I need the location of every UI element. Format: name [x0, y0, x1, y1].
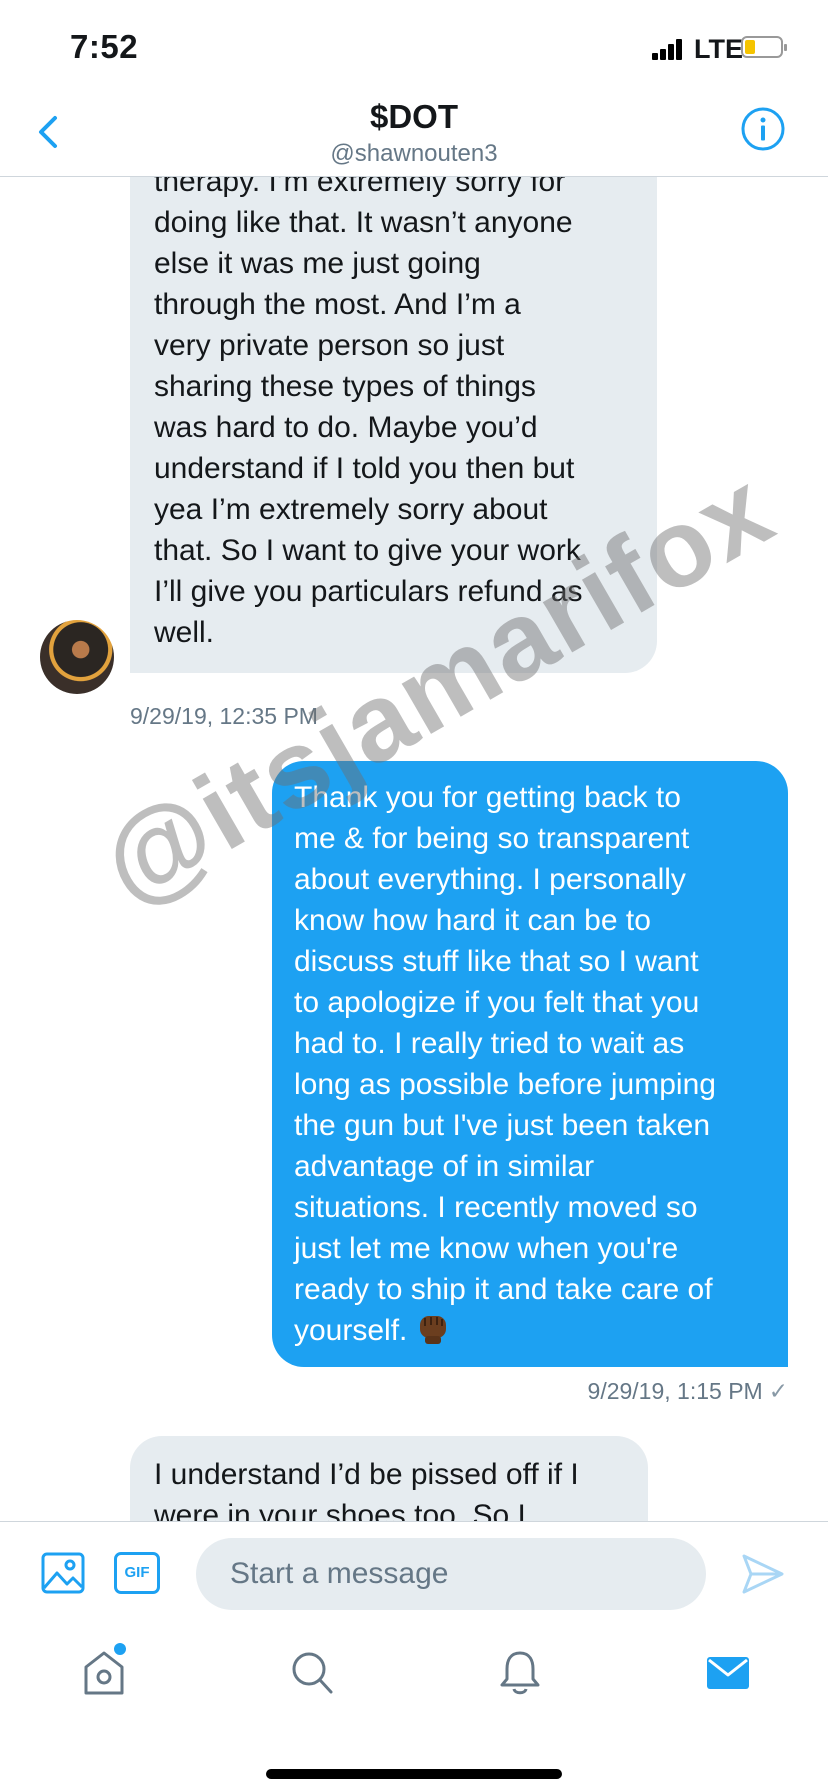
message-list[interactable]: therapy. I’m extremely sorry for doing l… — [0, 177, 828, 1521]
media-button[interactable] — [40, 1550, 86, 1596]
conversation-header: $DOT @shawnouten3 — [0, 96, 828, 177]
network-label: LTE — [694, 34, 743, 64]
signal-icon — [652, 38, 684, 60]
message-bubble-incoming[interactable]: therapy. I’m extremely sorry for doing l… — [130, 177, 657, 673]
message-text: Thank you for getting back to me & for b… — [294, 781, 716, 1347]
tab-messages[interactable] — [704, 1647, 752, 1699]
avatar[interactable] — [40, 620, 114, 694]
message-timestamp: 9/29/19, 12:35 PM — [130, 703, 318, 729]
gif-button[interactable]: GIF — [114, 1552, 160, 1594]
message-input[interactable] — [196, 1538, 706, 1610]
notification-dot — [114, 1643, 126, 1655]
send-icon — [742, 1554, 784, 1594]
bell-icon — [500, 1651, 540, 1695]
status-time: 7:52 — [70, 28, 139, 65]
status-bar: 7:52 LTE — [0, 0, 828, 96]
image-icon — [41, 1552, 85, 1594]
search-icon — [292, 1652, 333, 1694]
home-indicator — [266, 1769, 562, 1779]
message-bubble-outgoing[interactable]: Thank you for getting back to me & for b… — [272, 761, 788, 1367]
message-bubble-incoming[interactable]: I understand I’d be pissed off if I were… — [130, 1436, 648, 1521]
battery-icon — [741, 36, 787, 58]
info-icon — [741, 107, 785, 151]
tab-notifications[interactable] — [496, 1647, 544, 1699]
timestamp-text: 9/29/19, 1:15 PM — [587, 1378, 763, 1404]
conversation-handle[interactable]: @shawnouten3 — [0, 140, 828, 168]
message-timestamp: 9/29/19, 1:15 PM ✓ — [560, 1378, 788, 1405]
tab-home[interactable] — [80, 1643, 128, 1699]
message-text: I understand I’d be pissed off if I were… — [154, 1458, 579, 1521]
info-button[interactable] — [740, 106, 786, 152]
send-button[interactable] — [740, 1552, 786, 1596]
read-check-icon: ✓ — [768, 1378, 788, 1404]
message-text: therapy. I’m extremely sorry for doing l… — [154, 177, 583, 649]
conversation-title[interactable]: $DOT — [0, 98, 828, 136]
envelope-icon — [707, 1657, 749, 1689]
tab-bar — [0, 1625, 828, 1792]
tab-search[interactable] — [288, 1647, 336, 1699]
message-composer: GIF — [0, 1521, 828, 1626]
raised-fist-emoji-icon — [419, 1316, 446, 1344]
